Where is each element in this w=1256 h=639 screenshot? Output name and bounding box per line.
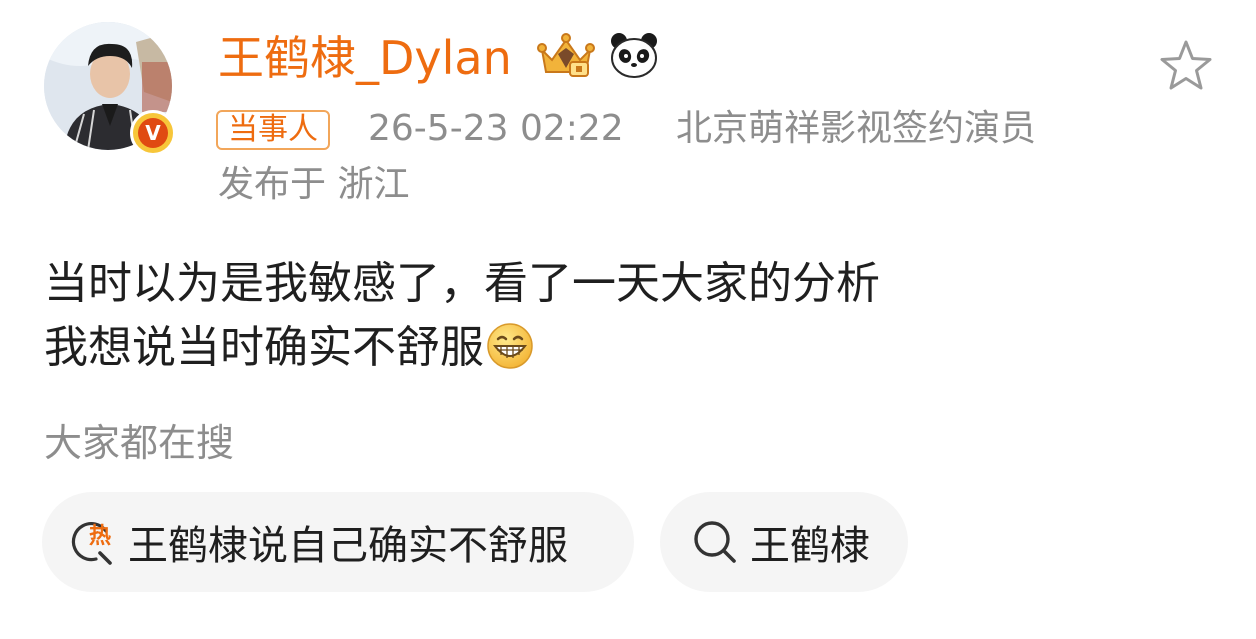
verified-v-icon: V — [138, 118, 168, 148]
hot-search-icon: 热 — [71, 521, 112, 565]
author-description: 北京萌祥影视签约演员 — [676, 108, 1037, 149]
post-location: 发布于 浙江 — [218, 164, 410, 205]
post-content-line: 我想说当时确实不舒服 — [44, 316, 880, 380]
party-tag-badge: 当事人 — [216, 110, 330, 150]
search-icon — [694, 521, 736, 563]
trending-search-label: 王鹤棣说自己确实不舒服 — [128, 523, 568, 569]
post-content-line: 当时以为是我敏感了，看了一天大家的分析 — [44, 258, 880, 309]
grinning-face-emoji-icon — [487, 323, 533, 369]
crown-vip-icon[interactable] — [536, 32, 596, 80]
author-name[interactable]: 王鹤棣_Dylan — [218, 30, 512, 86]
post-timestamp: 26-5-23 02:22 — [368, 108, 624, 149]
panda-icon[interactable] — [608, 30, 660, 80]
svg-text:热: 热 — [89, 523, 111, 549]
verified-badge: V — [130, 110, 176, 156]
post-content-text: 我想说当时确实不舒服 — [44, 322, 484, 373]
trending-search-chip[interactable]: 热 王鹤棣说自己确实不舒服 — [42, 492, 634, 592]
star-favorite-icon[interactable] — [1158, 38, 1214, 92]
trending-search-chip[interactable]: 王鹤棣 — [660, 492, 908, 592]
post-content: 当时以为是我敏感了，看了一天大家的分析 我想说当时确实不舒服 — [44, 252, 880, 380]
trending-search-heading: 大家都在搜 — [44, 421, 235, 465]
trending-search-label: 王鹤棣 — [750, 523, 870, 569]
